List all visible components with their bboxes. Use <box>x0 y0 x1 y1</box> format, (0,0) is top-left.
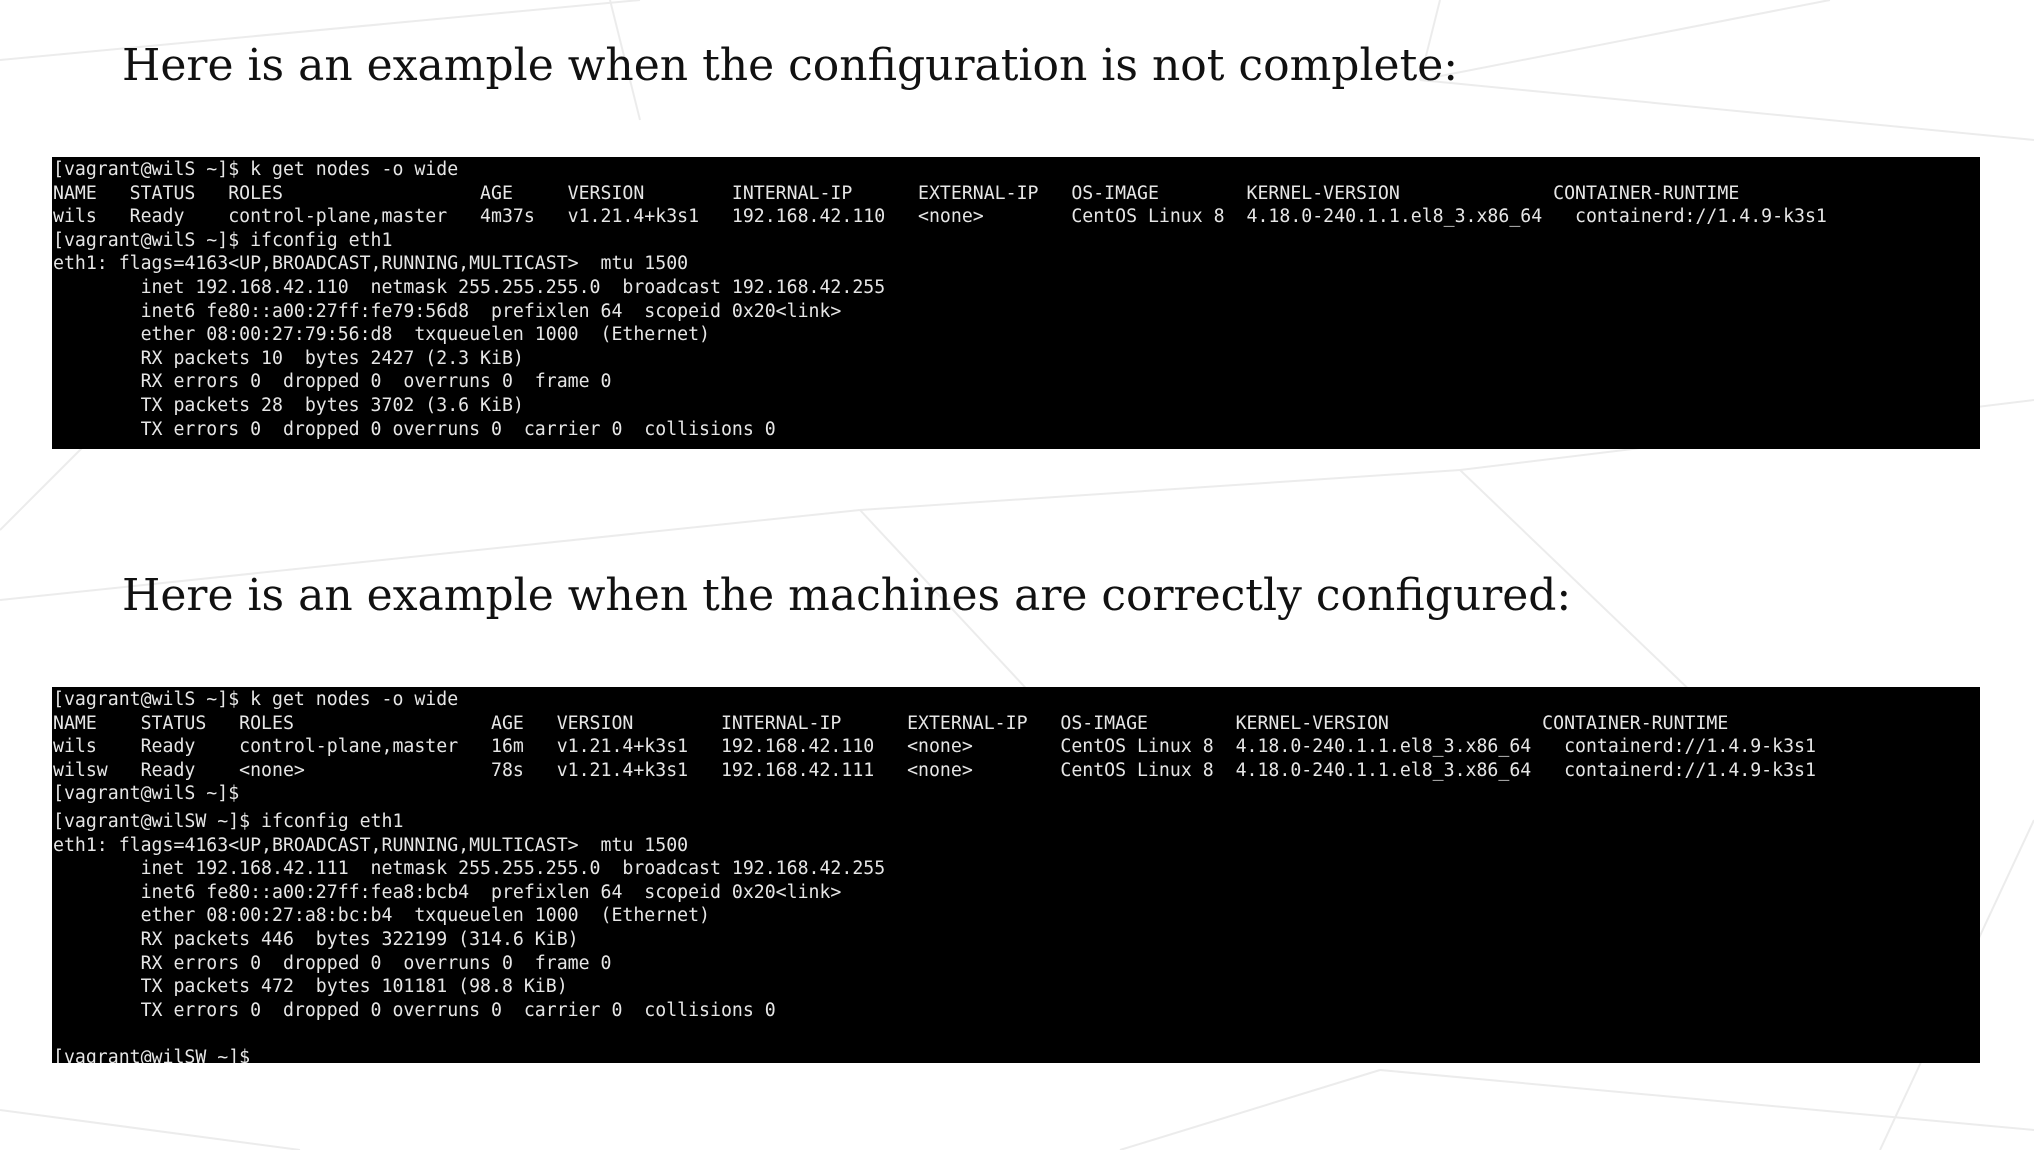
terminal-line: [vagrant@wilS ~]$ k get nodes -o wide <box>53 159 459 180</box>
terminal-line: TX packets 28 bytes 3702 (3.6 KiB) <box>53 394 524 416</box>
terminal-line: ether 08:00:27:a8:bc:b4 txqueuelen 1000 … <box>53 905 710 927</box>
heading-incomplete-config: Here is an example when the configuratio… <box>122 40 1459 91</box>
terminal-line: wils Ready control-plane,master 16m v1.2… <box>53 736 1816 758</box>
terminal-line: inet6 fe80::a00:27ff:fea8:bcb4 prefixlen… <box>53 881 842 903</box>
terminal-line: [vagrant@wilS ~]$ <box>53 783 240 805</box>
terminal-line: [vagrant@wilS ~]$ ifconfig eth1 <box>53 229 393 251</box>
terminal-line: inet6 fe80::a00:27ff:fe79:56d8 prefixlen… <box>53 300 842 322</box>
terminal-line: RX errors 0 dropped 0 overruns 0 frame 0 <box>53 371 612 393</box>
terminal-line: [vagrant@wilS ~]$ k get nodes -o wide <box>53 689 459 710</box>
terminal-line: RX packets 446 bytes 322199 (314.6 KiB) <box>53 928 579 950</box>
terminal-line: inet 192.168.42.111 netmask 255.255.255.… <box>53 858 886 880</box>
terminal-line: NAME STATUS ROLES AGE VERSION INTERNAL-I… <box>53 712 1729 734</box>
terminal-line: eth1: flags=4163<UP,BROADCAST,RUNNING,MU… <box>53 253 689 275</box>
terminal-final-prompt: [vagrant@wilSW ~]$ <box>53 1046 251 1063</box>
terminal-line: TX packets 472 bytes 101181 (98.8 KiB) <box>53 976 568 998</box>
terminal-line: [vagrant@wilSW ~]$ ifconfig eth1 <box>53 810 404 832</box>
terminal-ifconfig-output: [vagrant@wilSW ~]$ ifconfig eth1 eth1: fl… <box>53 810 1980 1022</box>
terminal-line: inet 192.168.42.110 netmask 255.255.255.… <box>53 276 886 298</box>
terminal-line: TX errors 0 dropped 0 overruns 0 carrier… <box>53 418 776 440</box>
terminal-line: NAME STATUS ROLES AGE VERSION INTERNAL-I… <box>53 182 1740 204</box>
terminal-line: wilsw Ready <none> 78s v1.21.4+k3s1 192.… <box>53 759 1816 781</box>
terminal-screenshot-incomplete: [vagrant@wilS ~]$ k get nodes -o wide NAM… <box>52 157 1980 449</box>
terminal-line: RX errors 0 dropped 0 overruns 0 frame 0 <box>53 952 612 974</box>
terminal-line: TX errors 0 dropped 0 overruns 0 carrier… <box>53 999 776 1021</box>
heading-correct-config: Here is an example when the machines are… <box>122 570 1572 621</box>
terminal-line: ether 08:00:27:79:56:d8 txqueuelen 1000 … <box>53 324 710 346</box>
terminal-nodes-output: [vagrant@wilS ~]$ k get nodes -o wide NAM… <box>53 688 1980 806</box>
terminal-line: eth1: flags=4163<UP,BROADCAST,RUNNING,MU… <box>53 834 689 856</box>
terminal-line: RX packets 10 bytes 2427 (2.3 KiB) <box>53 347 524 369</box>
terminal-line: wils Ready control-plane,master 4m37s v1… <box>53 206 1827 228</box>
terminal-screenshot-correct: [vagrant@wilS ~]$ k get nodes -o wide NAM… <box>52 687 1980 1063</box>
